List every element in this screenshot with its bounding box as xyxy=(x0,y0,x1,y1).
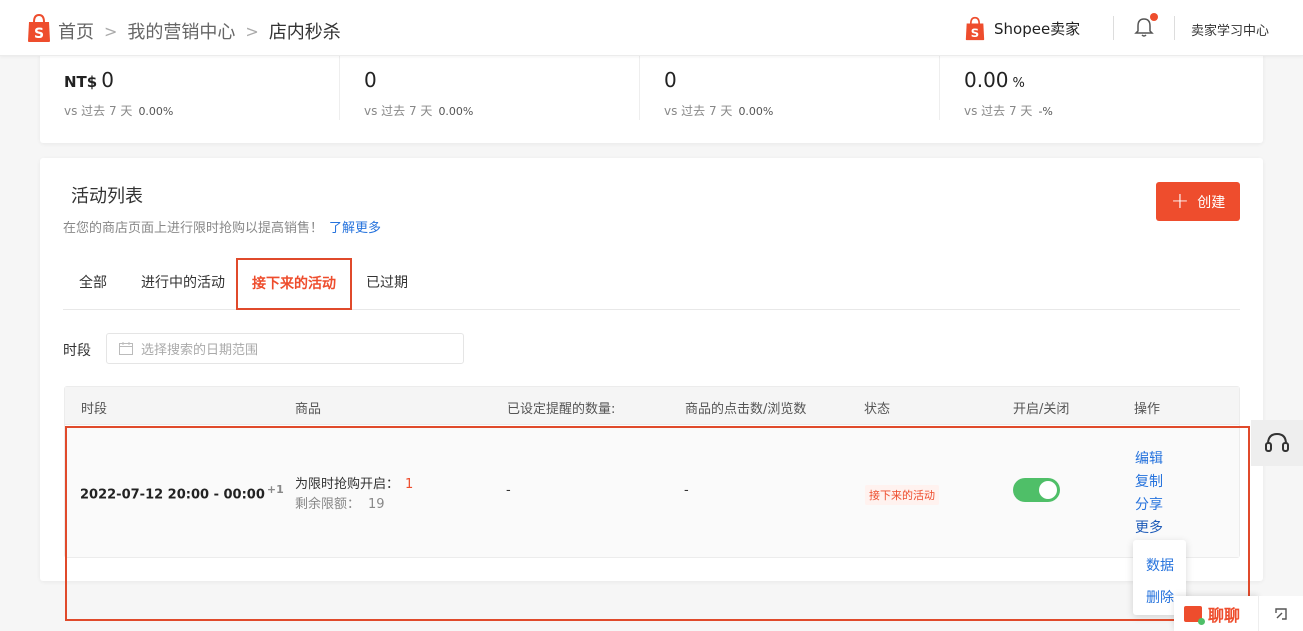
divider xyxy=(939,50,940,120)
more-link[interactable]: 更多 xyxy=(1135,517,1163,537)
row-product-remaining: 剩余限额： 19 xyxy=(295,497,385,512)
column-header: 操作 xyxy=(1134,402,1161,417)
period-filter-label: 时段 xyxy=(63,343,91,359)
table-row: 2022-07-12 20:00 - 00:00 +1 为限时抢购开启： 1 剩余限… xyxy=(65,426,1239,557)
toggle-knob xyxy=(1039,481,1057,499)
chevron-right-icon: > xyxy=(245,21,259,41)
column-header: 已设定提醒的数量: xyxy=(507,402,616,417)
tab-expired[interactable]: 已过期 xyxy=(366,258,408,310)
learning-center-link[interactable]: 卖家学习中心 xyxy=(1191,20,1269,39)
top-bar: S 首页 > 我的营销中心 > 店内秒杀 S Shopee卖家 卖家学习中心 xyxy=(0,0,1303,56)
divider xyxy=(339,50,340,120)
column-header: 开启/关闭 xyxy=(1013,402,1070,417)
notification-dot xyxy=(1150,13,1158,21)
stat-value: 0.00% xyxy=(964,68,1025,92)
row-product-enabled: 为限时抢购开启： 1 xyxy=(295,477,414,492)
plus-icon: + xyxy=(1170,188,1190,214)
activity-tabs: 全部 进行中的活动 接下来的活动 已过期 xyxy=(63,258,1240,310)
status-badge: 接下来的活动 xyxy=(865,485,939,505)
edit-link[interactable]: 编辑 xyxy=(1135,448,1163,468)
menu-item-data[interactable]: 数据 xyxy=(1146,555,1174,575)
tab-upcoming[interactable]: 接下来的活动 xyxy=(236,258,352,310)
customer-service-button[interactable] xyxy=(1251,420,1303,466)
svg-text:S: S xyxy=(971,26,979,40)
chevron-right-icon: > xyxy=(104,21,118,41)
shopee-logo-icon[interactable]: S xyxy=(26,13,52,43)
column-header: 商品 xyxy=(295,402,322,417)
activity-list-title: 活动列表 xyxy=(71,186,143,207)
column-header: 状态 xyxy=(864,402,891,417)
row-period: 2022-07-12 20:00 - 00:00 +1 xyxy=(80,483,284,503)
shopee-bag-icon: S xyxy=(965,16,985,41)
column-header: 时段 xyxy=(81,402,108,417)
stat-value: NT$ 0 xyxy=(64,68,114,92)
copy-link[interactable]: 复制 xyxy=(1135,471,1163,491)
expand-icon xyxy=(1275,607,1287,620)
divider xyxy=(1113,16,1114,40)
column-header: 商品的点击数/浏览数 xyxy=(685,402,807,417)
row-clicks: - xyxy=(684,483,689,498)
brand-label: Shopee卖家 xyxy=(994,20,1081,38)
shopee-seller-brand[interactable]: S Shopee卖家 xyxy=(964,16,1080,41)
breadcrumb-current: 店内秒杀 xyxy=(268,22,341,43)
enable-toggle[interactable] xyxy=(1013,478,1060,502)
chat-icon xyxy=(1184,605,1205,625)
stat-compare: vs 过去 7 天 0.00% xyxy=(364,104,474,118)
stat-compare: vs 过去 7 天 -% xyxy=(964,104,1053,118)
share-link[interactable]: 分享 xyxy=(1135,494,1163,514)
activity-list-subtitle: 在您的商店页面上进行限时抢购以提高销售！ 了解更多 xyxy=(63,221,382,236)
stat-value: 0 xyxy=(364,68,377,92)
divider xyxy=(1174,16,1175,40)
stat-compare: vs 过去 7 天 0.00% xyxy=(64,104,174,118)
divider xyxy=(639,50,640,120)
tab-all[interactable]: 全部 xyxy=(79,258,107,310)
breadcrumb: 首页 > 我的营销中心 > 店内秒杀 xyxy=(58,18,341,44)
calendar-icon xyxy=(119,342,133,355)
date-range-input[interactable]: 选择搜索的日期范围 xyxy=(106,333,464,364)
create-button[interactable]: + 创建 xyxy=(1156,182,1240,221)
headset-icon xyxy=(1265,432,1289,452)
activity-list-card: 活动列表 在您的商店页面上进行限时抢购以提高销售！ 了解更多 + 创建 全部 进行… xyxy=(40,158,1263,581)
learn-more-link[interactable]: 了解更多 xyxy=(329,221,381,236)
breadcrumb-marketing[interactable]: 我的营销中心 xyxy=(127,18,235,44)
table-header: 时段 商品 已设定提醒的数量: 商品的点击数/浏览数 状态 开启/关闭 操作 xyxy=(65,387,1239,425)
stat-value: 0 xyxy=(664,68,677,92)
svg-text:S: S xyxy=(34,26,44,42)
stat-compare: vs 过去 7 天 0.00% xyxy=(664,104,774,118)
activity-table: 时段 商品 已设定提醒的数量: 商品的点击数/浏览数 状态 开启/关闭 操作 2… xyxy=(64,386,1240,558)
expand-chat-button[interactable] xyxy=(1258,596,1303,631)
tab-ongoing[interactable]: 进行中的活动 xyxy=(141,258,225,310)
chat-button[interactable]: 聊聊 xyxy=(1174,596,1258,631)
row-reminders: - xyxy=(506,483,511,498)
breadcrumb-home[interactable]: 首页 xyxy=(58,18,94,44)
menu-item-delete[interactable]: 删除 xyxy=(1146,587,1174,607)
date-range-placeholder: 选择搜索的日期范围 xyxy=(141,343,259,358)
